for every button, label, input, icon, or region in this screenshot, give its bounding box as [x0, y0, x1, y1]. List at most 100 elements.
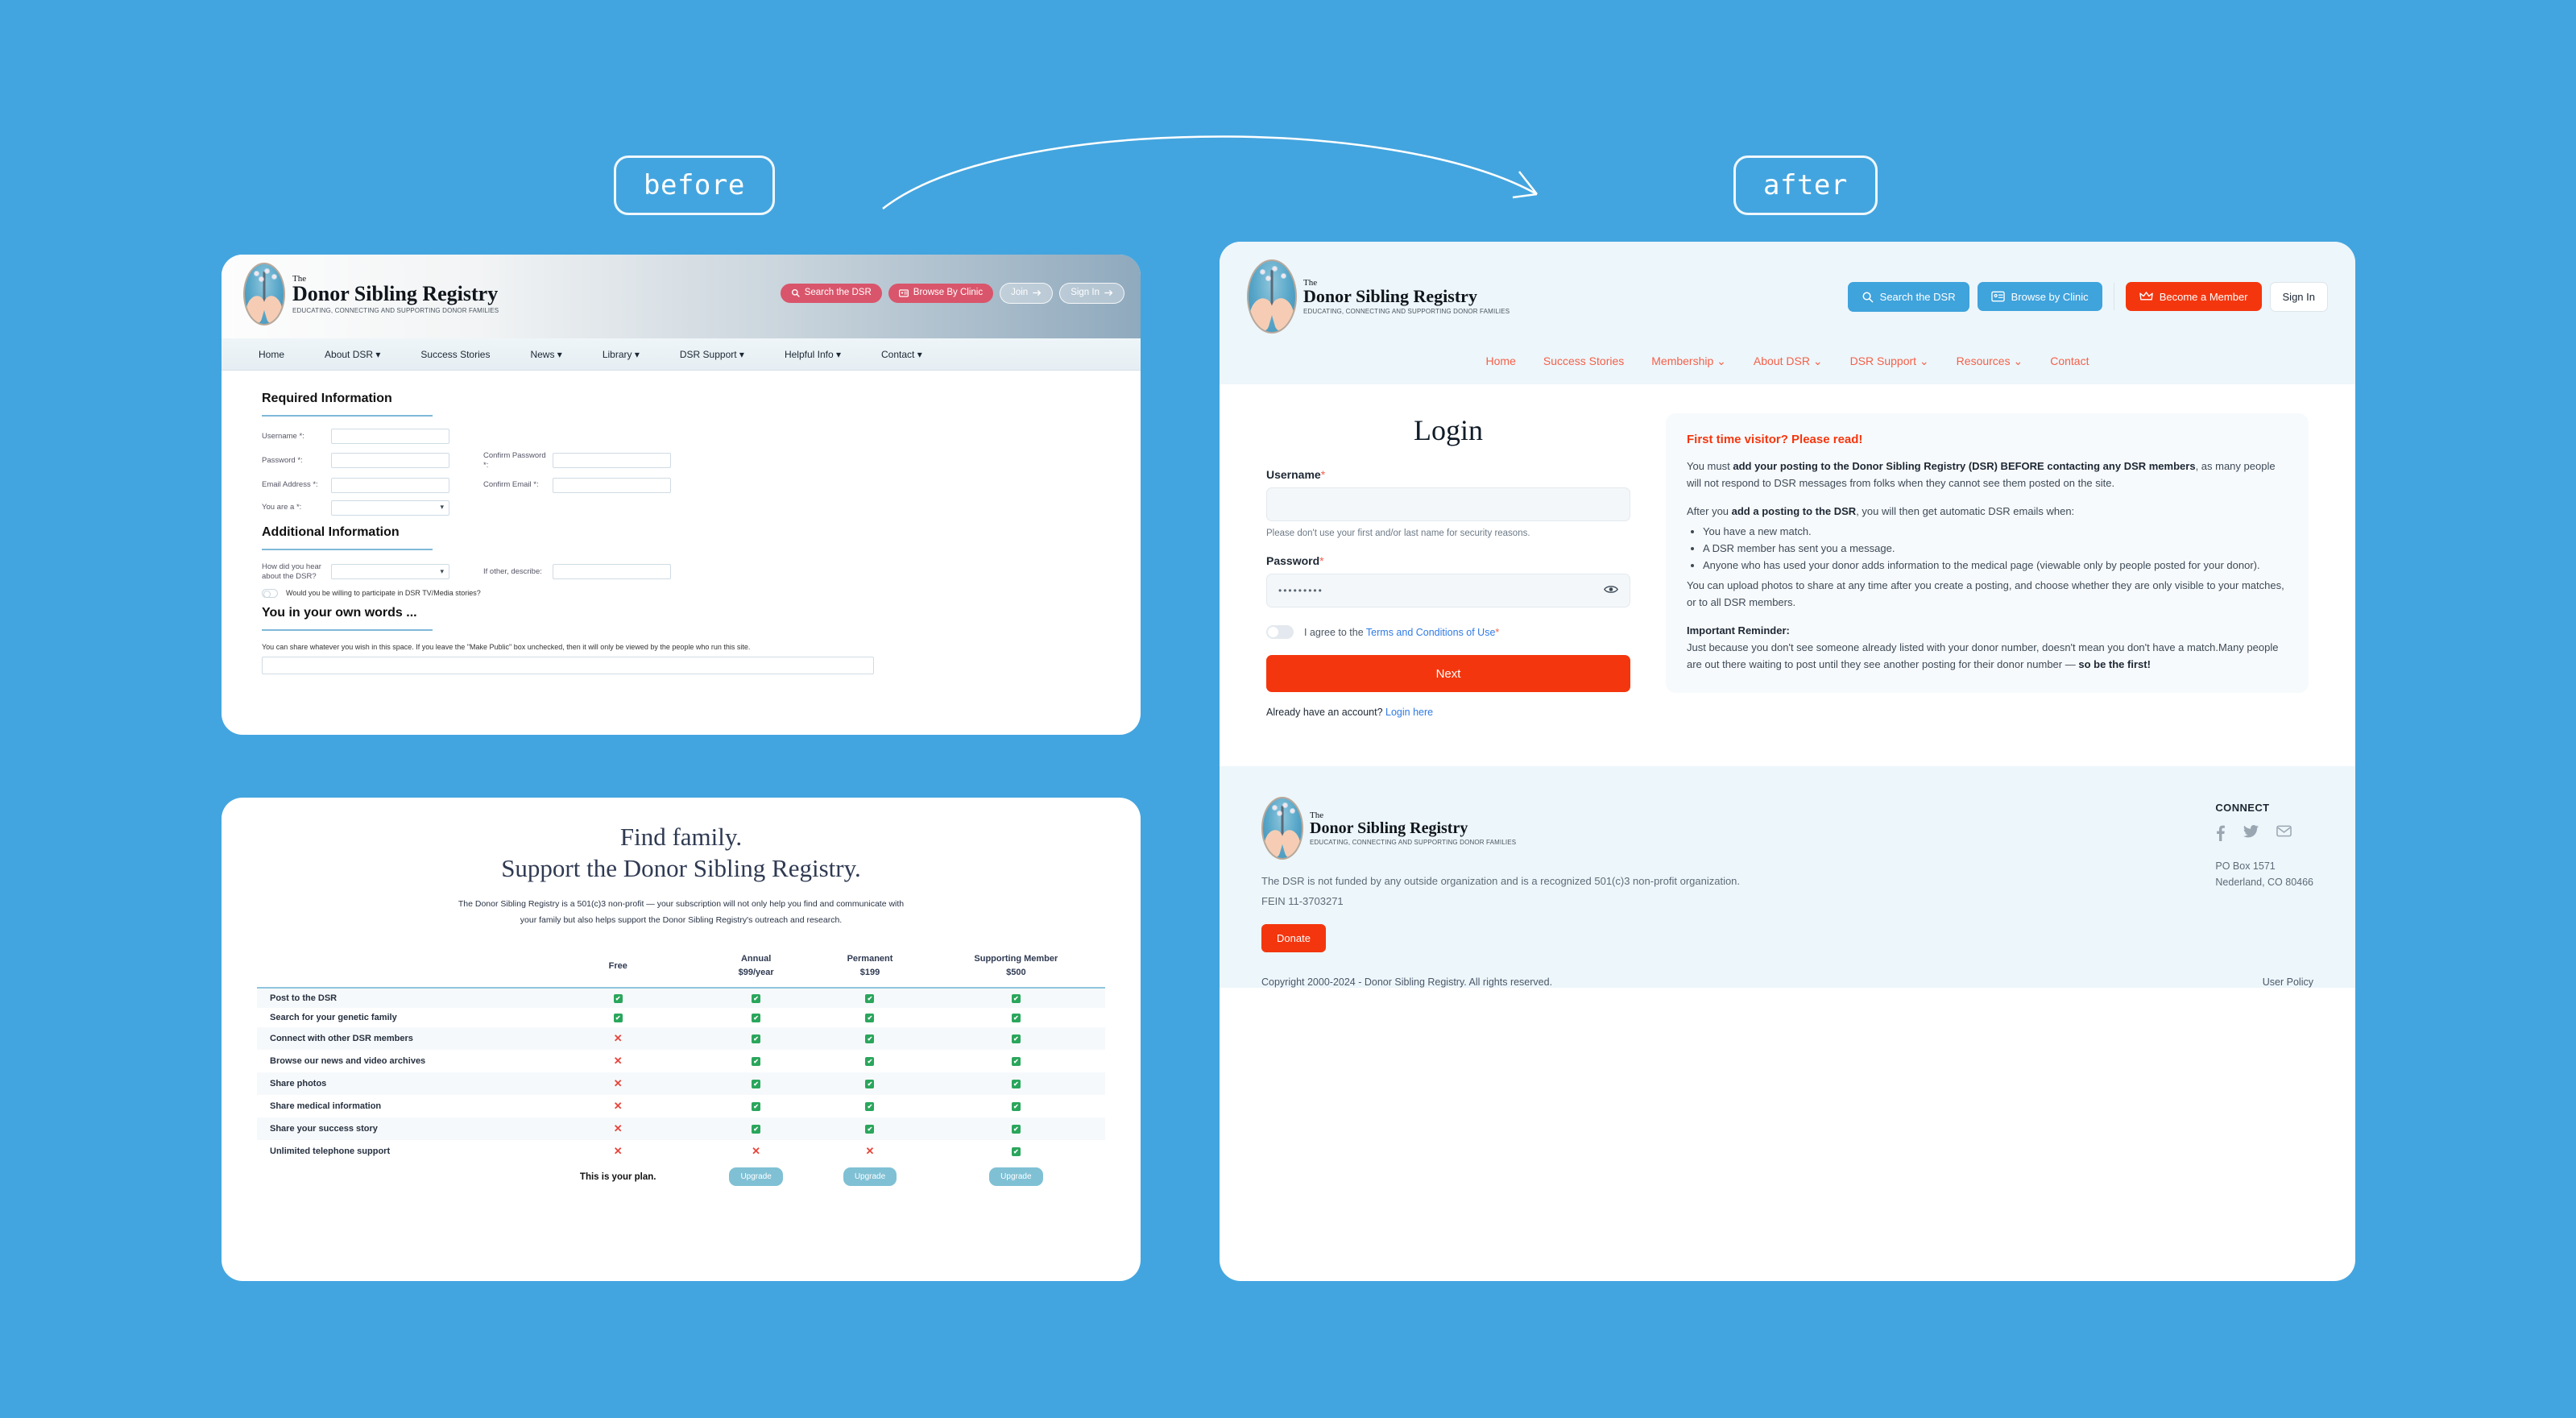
upgrade-annual-button[interactable]: Upgrade: [729, 1167, 783, 1187]
pricing-check-cell: ✔: [813, 1095, 926, 1117]
check-icon: ✔: [1011, 1034, 1021, 1044]
tv-media-toggle[interactable]: [262, 588, 278, 598]
user-policy-link[interactable]: User Policy: [2263, 976, 2313, 988]
email-input[interactable]: [331, 477, 449, 493]
search-icon: [1862, 292, 1873, 302]
login-here-link[interactable]: Login here: [1385, 707, 1433, 718]
become-member-label: Become a Member: [2159, 290, 2248, 303]
terms-toggle[interactable]: [1266, 625, 1294, 639]
twitter-icon[interactable]: [2243, 825, 2259, 845]
new-browse-clinic-label: Browse by Clinic: [2011, 290, 2089, 303]
email-icon[interactable]: [2276, 825, 2292, 845]
comparison-stage: before after The Donor Sibling Registry …: [0, 0, 2576, 1418]
info-bullet-list: You have a new match. A DSR member has s…: [1703, 523, 2288, 574]
you-are-a-row: You are a *:: [262, 500, 1100, 516]
username-input[interactable]: [331, 429, 449, 444]
dsr-logo-mark-icon: [243, 263, 285, 325]
logo-tagline: EDUCATING, CONNECTING AND SUPPORTING DON…: [1303, 307, 1510, 315]
check-icon: ✔: [1011, 1014, 1021, 1023]
you-are-a-label: You are a *:: [262, 503, 302, 512]
pricing-feature-cell: Browse our news and video archives: [270, 1056, 426, 1067]
check-icon: ✔: [752, 1034, 761, 1044]
new-sign-in-button[interactable]: Sign In: [2269, 281, 2328, 312]
pricing-subtext: The Donor Sibling Registry is a 501(c)3 …: [458, 898, 905, 925]
pricing-check-cell: ✔: [699, 988, 813, 1008]
info-box: First time visitor? Please read! You mus…: [1666, 413, 2309, 693]
confirm-email-input[interactable]: [553, 477, 671, 493]
next-button[interactable]: Next: [1266, 655, 1630, 692]
old-nav-contact[interactable]: Contact ▾: [881, 349, 922, 360]
pricing-check-cell: ✔: [927, 1095, 1105, 1117]
check-icon: ✔: [613, 1014, 623, 1023]
new-nav-about-dsr[interactable]: About DSR ⌄: [1754, 354, 1823, 368]
new-site-logo[interactable]: The Donor Sibling Registry EDUCATING, CO…: [1247, 259, 1510, 334]
upgrade-permanent-button[interactable]: Upgrade: [843, 1167, 897, 1187]
upgrade-supporting-button[interactable]: Upgrade: [989, 1167, 1043, 1187]
social-links: [2215, 825, 2313, 845]
donate-button[interactable]: Donate: [1261, 923, 1326, 952]
old-nav-library[interactable]: Library ▾: [603, 349, 640, 360]
old-sign-in-button[interactable]: Sign In: [1059, 283, 1124, 304]
password-input[interactable]: [331, 453, 449, 469]
pricing-check-cell: ✔: [536, 988, 698, 1008]
pricing-check-cell: ✔: [536, 1008, 698, 1027]
cross-icon: ✕: [613, 1145, 623, 1158]
check-icon: ✔: [865, 994, 875, 1004]
check-icon: ✔: [752, 1102, 761, 1112]
login-password-input[interactable]: •••••••••: [1266, 574, 1630, 607]
new-nav-contact[interactable]: Contact: [2050, 354, 2089, 368]
old-nav-home[interactable]: Home: [259, 349, 284, 360]
id-card-icon: [898, 289, 909, 297]
new-nav-dsr-support[interactable]: DSR Support ⌄: [1850, 354, 1929, 368]
own-words-textarea[interactable]: [262, 656, 874, 674]
login-username-input[interactable]: [1266, 487, 1630, 521]
pricing-feature-cell: Share your success story: [270, 1124, 378, 1134]
table-row: Share medical information ✕ ✔ ✔ ✔: [257, 1095, 1105, 1117]
copyright-text: Copyright 2000-2024 - Donor Sibling Regi…: [1261, 976, 1553, 988]
old-nav-news[interactable]: News ▾: [530, 349, 561, 360]
pricing-check-cell: ✔: [813, 1008, 926, 1027]
pricing-feature-cell: Unlimited telephone support: [270, 1146, 391, 1157]
hear-about-select[interactable]: [331, 564, 449, 580]
confirm-password-input[interactable]: [553, 453, 671, 469]
old-site-navigation: Home About DSR ▾ Success Stories News ▾ …: [222, 338, 1141, 371]
pricing-cross-cell: ✕: [699, 1140, 813, 1163]
old-nav-success-stories[interactable]: Success Stories: [420, 349, 490, 360]
old-site-header: The Donor Sibling Registry EDUCATING, CO…: [222, 255, 1141, 338]
pricing-check-cell: ✔: [813, 1050, 926, 1072]
old-site-logo[interactable]: The Donor Sibling Registry EDUCATING, CO…: [243, 263, 499, 325]
old-search-dsr-button[interactable]: Search the DSR: [780, 284, 882, 303]
logo-name: Donor Sibling Registry: [292, 281, 499, 305]
terms-agree-text: I agree to the Terms and Conditions of U…: [1304, 626, 1500, 638]
check-icon: ✔: [752, 1125, 761, 1134]
new-browse-clinic-button[interactable]: Browse by Clinic: [1977, 282, 2102, 311]
eye-icon[interactable]: [1604, 584, 1618, 597]
already-account-row: Already have an account? Login here: [1266, 707, 1434, 718]
new-site-main: Login Username* Please don't use your fi…: [1220, 384, 2355, 766]
new-nav-success-stories[interactable]: Success Stories: [1543, 354, 1624, 368]
you-are-a-select[interactable]: [331, 500, 449, 516]
become-member-button[interactable]: Become a Member: [2125, 282, 2262, 311]
pricing-check-cell: ✔: [927, 1140, 1105, 1163]
check-icon: ✔: [613, 994, 623, 1004]
pricing-table: Free Annual $99/year Permanent $199 Supp…: [257, 952, 1105, 1191]
new-nav-resources[interactable]: Resources ⌄: [1957, 354, 2023, 368]
old-nav-dsr-support[interactable]: DSR Support ▾: [680, 349, 744, 360]
hear-about-row: How did you hear about the DSR? If other…: [262, 562, 1100, 582]
new-nav-membership[interactable]: Membership ⌄: [1651, 354, 1726, 368]
footer-logo[interactable]: The Donor Sibling Registry EDUCATING, CO…: [1261, 797, 1893, 860]
facebook-icon[interactable]: [2215, 825, 2226, 845]
old-browse-clinic-button[interactable]: Browse By Clinic: [888, 284, 994, 303]
old-nav-helpful-info[interactable]: Helpful Info ▾: [785, 349, 841, 360]
old-nav-about-dsr[interactable]: About DSR ▾: [325, 349, 380, 360]
new-nav-home[interactable]: Home: [1486, 354, 1516, 368]
terms-link[interactable]: Terms and Conditions of Use: [1366, 627, 1496, 638]
cross-icon: ✕: [613, 1032, 623, 1045]
after-new-site-card: The Donor Sibling Registry EDUCATING, CO…: [1220, 242, 2355, 1281]
old-sign-in-label: Sign In: [1071, 288, 1100, 297]
old-join-button[interactable]: Join: [1000, 283, 1054, 304]
if-other-input[interactable]: [553, 564, 671, 580]
new-search-dsr-button[interactable]: Search the DSR: [1847, 281, 1969, 312]
pricing-action-row: This is your plan. Upgrade Upgrade Upgra…: [257, 1163, 1105, 1191]
table-row: Share your success story ✕ ✔ ✔ ✔: [257, 1117, 1105, 1141]
